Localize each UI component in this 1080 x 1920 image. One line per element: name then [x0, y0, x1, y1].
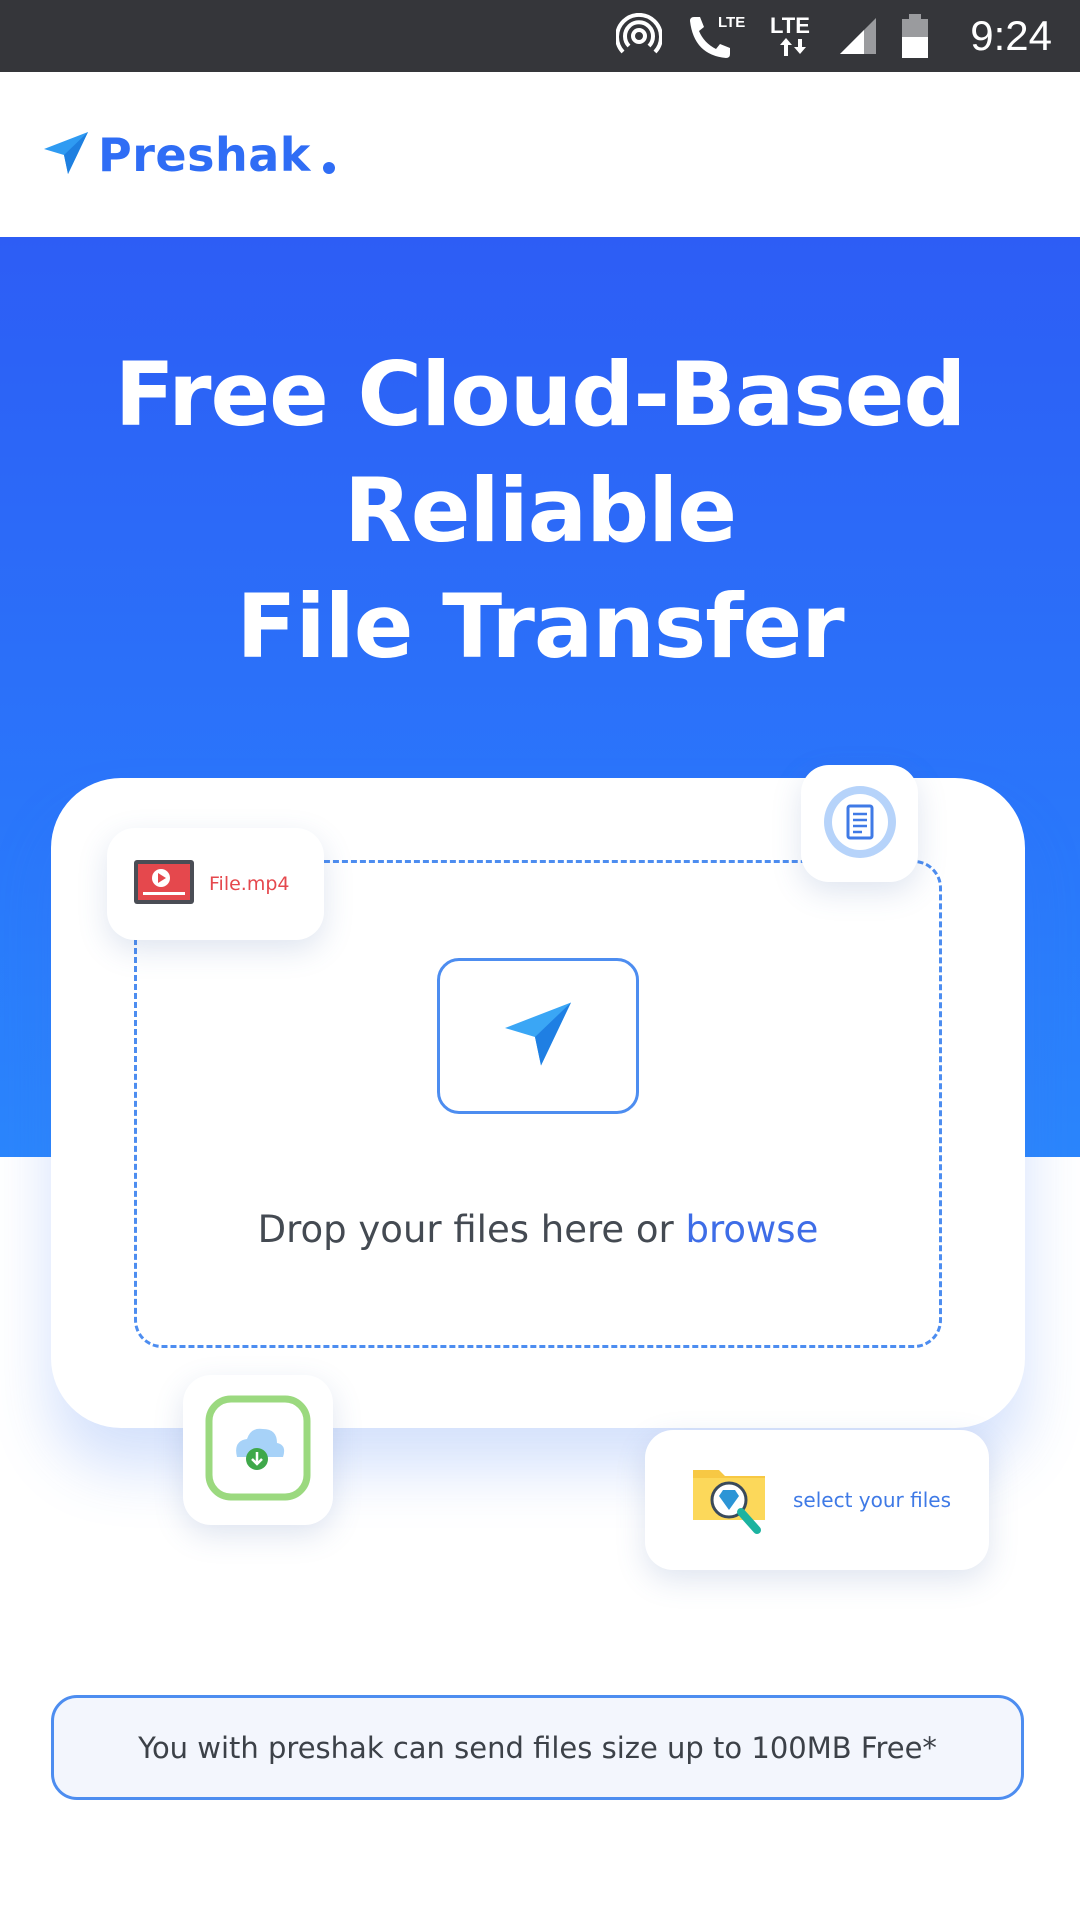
document-chip — [801, 765, 918, 882]
status-bar: LTE LTE 9:24 — [0, 0, 1080, 72]
folder-search-icon — [689, 1456, 773, 1544]
info-banner: You with preshak can send files size up … — [51, 1695, 1024, 1800]
svg-text:LTE: LTE — [718, 14, 745, 31]
hero-title-line-2: Reliable — [344, 459, 737, 562]
drop-instructions: Drop your files here or browse — [134, 1208, 942, 1251]
battery-icon — [900, 13, 930, 59]
signal-icon — [838, 16, 878, 56]
select-files-label: select your files — [793, 1488, 951, 1512]
svg-text:LTE: LTE — [770, 13, 810, 38]
wifi-calling-icon: LTE — [684, 11, 746, 61]
hero-title-line-3: File Transfer — [236, 575, 844, 678]
browse-link[interactable]: browse — [686, 1208, 819, 1251]
paper-plane-icon — [502, 998, 574, 1074]
cloud-download-icon — [205, 1395, 311, 1505]
cloud-chip — [183, 1375, 333, 1525]
logo-dot — [322, 161, 335, 174]
hero-title: Free Cloud-Based Reliable File Transfer — [0, 337, 1080, 685]
status-time: 9:24 — [970, 12, 1052, 59]
lte-data-icon: LTE — [768, 11, 816, 61]
hero-title-line-1: Free Cloud-Based — [114, 343, 967, 446]
paper-plane-icon — [42, 129, 90, 181]
drop-text: Drop your files here or — [257, 1208, 674, 1251]
file-chip-label: File.mp4 — [209, 873, 290, 895]
site-header: Preshak — [0, 72, 1080, 237]
select-files-chip[interactable]: select your files — [645, 1430, 989, 1570]
file-chip: File.mp4 — [107, 828, 324, 940]
logo[interactable]: Preshak — [42, 128, 335, 182]
hotspot-icon — [616, 13, 663, 59]
logo-text: Preshak — [98, 127, 311, 182]
video-file-icon — [133, 859, 195, 909]
send-button[interactable] — [437, 958, 639, 1114]
document-icon — [820, 782, 900, 866]
